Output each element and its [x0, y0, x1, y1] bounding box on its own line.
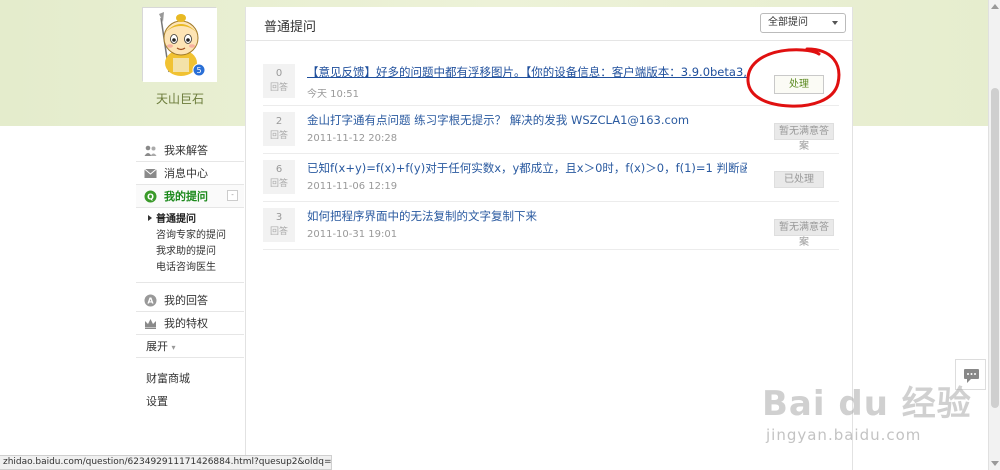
chevron-down-icon: ▾ — [171, 343, 176, 352]
scroll-down-icon[interactable] — [991, 461, 999, 466]
question-time: 2011-10-31 19:01 — [307, 229, 398, 240]
sidebar-item-privileges[interactable]: 我的特权 — [136, 312, 244, 335]
red-circle-annotation — [746, 47, 841, 108]
question-title-link[interactable]: 已知f(x+y)=f(x)+f(y)对于任何实数x，y都成立，且x＞0时，f(x… — [307, 160, 747, 176]
svg-text:5: 5 — [196, 66, 201, 75]
watermark-brand: Bai du 经验 — [762, 384, 972, 424]
crown-icon — [145, 319, 156, 329]
sidebar-expand[interactable]: 展开 ▾ — [136, 335, 244, 358]
sidebar-item-label: 我的回答 — [164, 294, 208, 307]
baidu-jingyan-watermark: Bai du 经验 jingyan.baidu.com — [762, 376, 982, 456]
panel-header: 普通提问 全部提问 — [246, 7, 852, 41]
answer-count-label: 回答 — [269, 227, 288, 237]
question-row: 6 回答 已知f(x+y)=f(x)+f(y)对于任何实数x，y都成立，且x＞0… — [263, 154, 839, 202]
scrollbar-thumb[interactable] — [991, 88, 999, 408]
chevron-down-icon — [832, 21, 838, 25]
browser-status-bar: zhidao.baidu.com/question/62349291117142… — [0, 455, 332, 470]
answer-count-box: 6 回答 — [263, 160, 295, 194]
sidebar-item-my-questions[interactable]: Q 我的提问 - — [136, 185, 244, 208]
username[interactable]: 天山巨石 — [136, 90, 224, 107]
sidebar-item-label: 我的特权 — [164, 317, 208, 330]
subnav-item-phone-doctor[interactable]: 电话咨询医生 — [156, 260, 244, 276]
answer-count-label: 回答 — [269, 83, 288, 93]
question-time: 2011-11-06 12:19 — [307, 181, 398, 192]
svg-text:Q: Q — [147, 193, 154, 202]
question-row: 2 回答 金山打字通有点问题 练习字根无提示？ 解决的发我 WSZCLA1@16… — [263, 106, 839, 154]
answer-count-label: 回答 — [269, 179, 288, 189]
sidebar-item-label: 我来解答 — [164, 144, 208, 157]
my-questions-subnav: 普通提问 咨询专家的提问 我求助的提问 电话咨询医生 — [136, 208, 244, 283]
answer-count-box: 3 回答 — [263, 208, 295, 242]
envelope-icon — [144, 168, 157, 178]
scroll-up-icon[interactable] — [991, 4, 999, 9]
question-title-link[interactable]: 【意见反馈】好多的问题中都有浮移图片。【你的设备信息：客户端版本：3.9.0be… — [307, 64, 747, 80]
question-row: 3 回答 如何把程序界面中的无法复制的文字复制下来 2011-10-31 19:… — [263, 202, 839, 250]
avatar[interactable]: 5 — [142, 7, 217, 82]
filter-selected: 全部提问 — [768, 17, 808, 28]
sidebar-item-label: 我的提问 — [164, 190, 208, 203]
question-filter-select[interactable]: 全部提问 — [760, 13, 846, 33]
answer-count-box: 2 回答 — [263, 112, 295, 146]
svg-text:A: A — [147, 297, 154, 306]
subnav-item-expert[interactable]: 咨询专家的提问 — [156, 228, 244, 244]
page-title: 普通提问 — [264, 20, 317, 35]
question-title-link[interactable]: 金山打字通有点问题 练习字根无提示？ 解决的发我 WSZCLA1@163.com — [307, 112, 747, 128]
answer-count-box: 0 回答 — [263, 64, 295, 98]
sidebar: 我来解答 消息中心 Q 我的提问 - 普通提问 咨询专家的提问 我求助的提问 电… — [136, 139, 244, 413]
expand-label: 展开 — [146, 340, 168, 353]
processed-status-button[interactable]: 已处理 — [774, 171, 824, 188]
question-time: 今天 10:51 — [307, 89, 359, 100]
sidebar-item-wealth-mall[interactable]: 财富商城 — [136, 367, 244, 390]
sidebar-item-messages[interactable]: 消息中心 — [136, 162, 244, 185]
no-satisfactory-answer-button[interactable]: 暂无满意答案 — [774, 123, 834, 152]
question-time: 2011-11-12 20:28 — [307, 133, 398, 144]
cartoon-avatar-icon: 5 — [143, 8, 217, 82]
answer-count: 6 — [275, 164, 283, 175]
no-satisfactory-answer-button[interactable]: 暂无满意答案 — [774, 219, 834, 248]
page-scrollbar[interactable] — [988, 0, 1000, 470]
sidebar-item-my-answers[interactable]: A 我的回答 — [136, 289, 244, 312]
sidebar-item-label: 消息中心 — [164, 167, 208, 180]
collapse-toggle[interactable]: - — [227, 190, 238, 201]
sidebar-item-answer[interactable]: 我来解答 — [136, 139, 244, 162]
answer-a-icon: A — [144, 294, 157, 307]
question-title-link[interactable]: 如何把程序界面中的无法复制的文字复制下来 — [307, 208, 747, 224]
answer-count: 0 — [275, 68, 283, 79]
answer-count: 3 — [275, 212, 283, 223]
answer-count-label: 回答 — [269, 131, 288, 141]
question-q-icon: Q — [144, 190, 157, 203]
people-icon — [144, 145, 157, 156]
sidebar-item-settings[interactable]: 设置 — [136, 390, 244, 413]
subnav-item-normal[interactable]: 普通提问 — [156, 212, 244, 228]
watermark-url: jingyan.baidu.com — [766, 426, 922, 444]
subnav-item-help[interactable]: 我求助的提问 — [156, 244, 244, 260]
answer-count: 2 — [275, 116, 283, 127]
